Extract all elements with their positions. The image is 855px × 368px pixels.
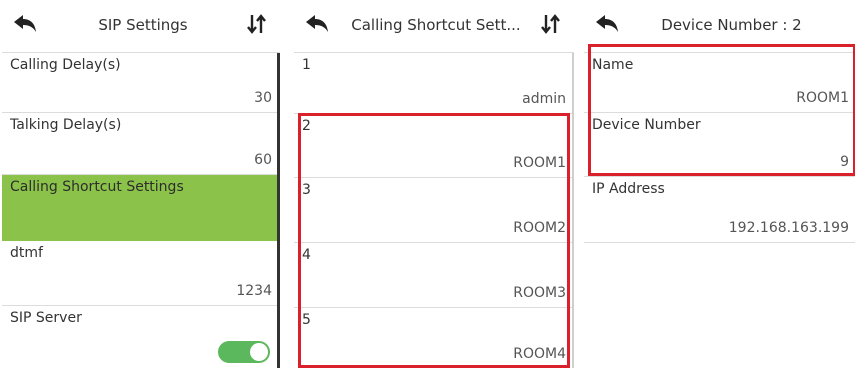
row-value: 9 xyxy=(840,154,849,170)
shortcut-row-4[interactable]: 4 ROOM3 xyxy=(294,243,574,308)
row-label: 5 xyxy=(302,312,311,328)
page-title: Device Number : 2 xyxy=(661,16,802,34)
toggle-knob xyxy=(250,343,268,361)
row-value: ROOM2 xyxy=(513,220,566,236)
ip-address-row[interactable]: IP Address 192.168.163.199 xyxy=(584,177,855,243)
row-label: Name xyxy=(592,57,634,73)
talking-delay-row[interactable]: Talking Delay(s) 60 xyxy=(2,113,280,175)
row-label: Talking Delay(s) xyxy=(10,117,122,133)
row-label: dtmf xyxy=(10,245,43,261)
row-label: SIP Server xyxy=(10,310,82,326)
row-value: ROOM1 xyxy=(513,155,566,171)
row-value: admin xyxy=(522,91,566,107)
calling-shortcut-settings-row[interactable]: Calling Shortcut Settings xyxy=(2,175,280,241)
sort-arrows-icon[interactable] xyxy=(540,13,562,35)
page-title: Calling Shortcut Sett... xyxy=(351,16,521,34)
row-label: Device Number xyxy=(592,117,701,133)
row-label: Calling Delay(s) xyxy=(10,57,121,73)
row-value: 192.168.163.199 xyxy=(728,220,849,236)
sip-settings-screen: SIP Settings Calling Delay(s) 30 Talking… xyxy=(2,0,280,368)
shortcut-row-3[interactable]: 3 ROOM2 xyxy=(294,178,574,243)
row-value: ROOM1 xyxy=(796,90,849,106)
row-label: Calling Shortcut Settings xyxy=(10,179,184,195)
shortcut-row-5[interactable]: 5 ROOM4 xyxy=(294,308,574,368)
device-number-row[interactable]: Device Number 9 xyxy=(584,113,855,177)
device-number-screen: Device Number : 2 Name ROOM1 Device Numb… xyxy=(584,0,855,368)
row-value: ROOM3 xyxy=(513,285,566,301)
row-label: 4 xyxy=(302,247,311,263)
header: SIP Settings xyxy=(2,0,280,53)
dtmf-row[interactable]: dtmf 1234 xyxy=(2,241,280,306)
calling-shortcut-screen: Calling Shortcut Sett... 1 admin 2 ROOM1… xyxy=(294,0,574,368)
row-value: 60 xyxy=(254,152,272,168)
scrollbar[interactable] xyxy=(572,53,574,368)
row-label: 1 xyxy=(302,57,311,73)
header: Device Number : 2 xyxy=(584,0,855,53)
sip-server-row[interactable]: SIP Server xyxy=(2,306,280,368)
name-row[interactable]: Name ROOM1 xyxy=(584,53,855,113)
shortcut-row-2[interactable]: 2 ROOM1 xyxy=(294,114,574,178)
header: Calling Shortcut Sett... xyxy=(294,0,574,53)
sort-arrows-icon[interactable] xyxy=(246,13,268,35)
shortcut-row-1[interactable]: 1 admin xyxy=(294,53,574,114)
row-value: ROOM4 xyxy=(513,346,566,362)
row-label: 2 xyxy=(302,118,311,134)
row-value: 1234 xyxy=(236,283,272,299)
scrollbar[interactable] xyxy=(277,53,280,368)
row-label: 3 xyxy=(302,182,311,198)
back-arrow-icon[interactable] xyxy=(12,13,38,35)
row-value: 30 xyxy=(254,90,272,106)
back-arrow-icon[interactable] xyxy=(304,13,330,35)
row-label: IP Address xyxy=(592,181,665,197)
calling-delay-row[interactable]: Calling Delay(s) 30 xyxy=(2,53,280,113)
page-title: SIP Settings xyxy=(98,16,188,34)
sip-server-toggle[interactable] xyxy=(218,341,270,363)
back-arrow-icon[interactable] xyxy=(594,13,620,35)
